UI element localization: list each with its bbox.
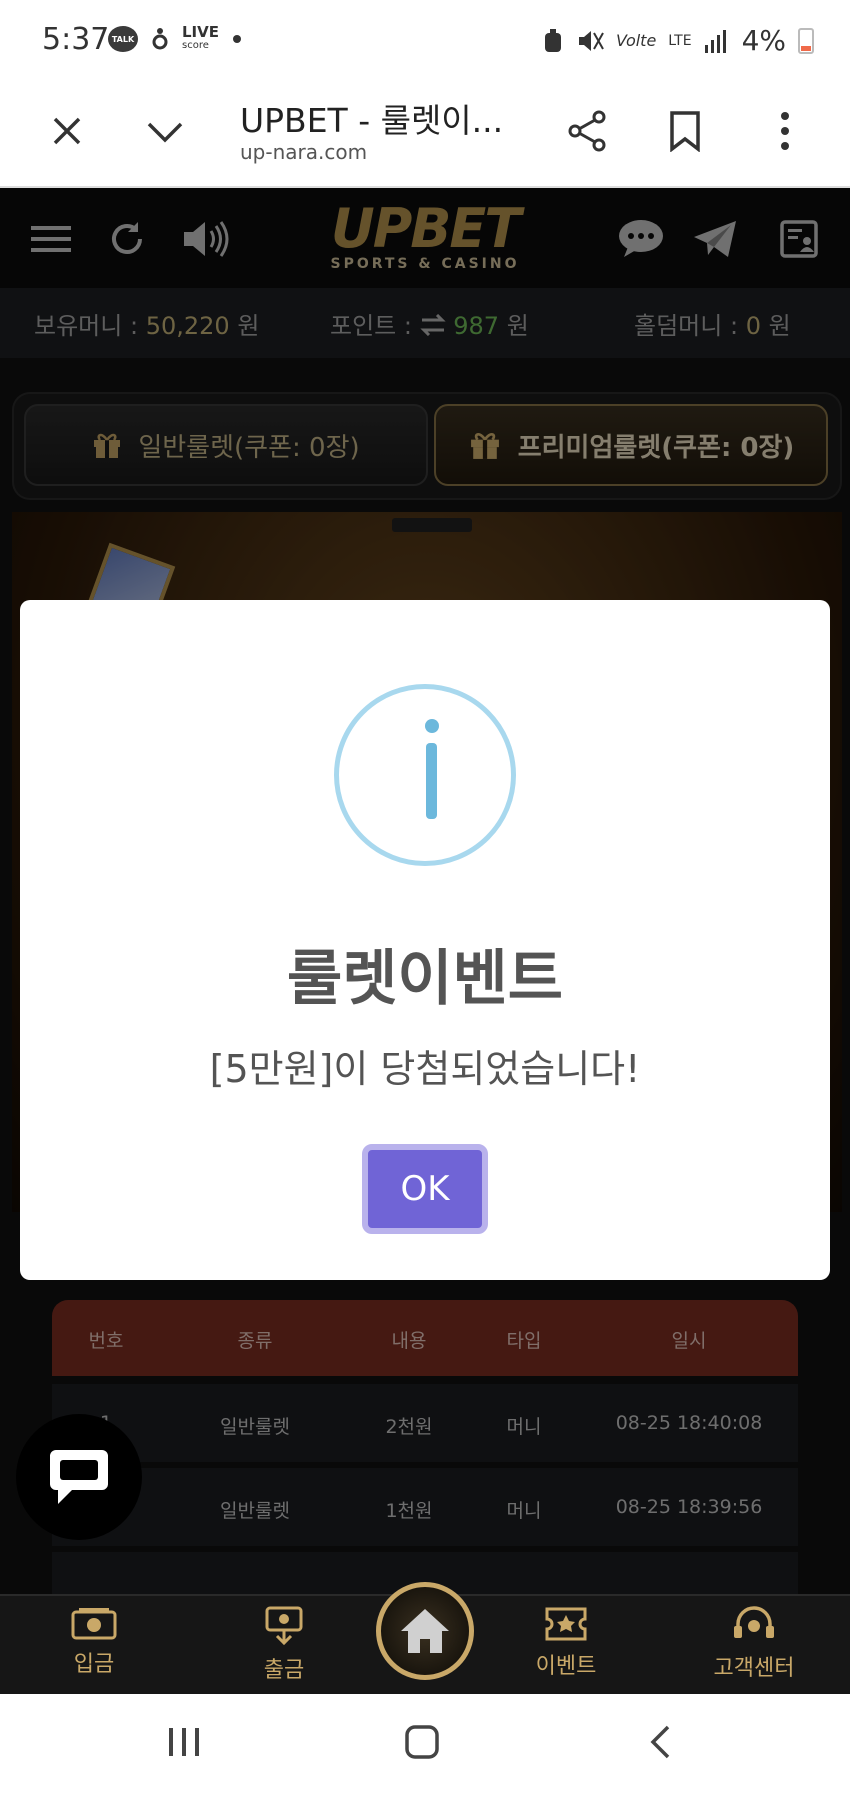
live-text: LIVE xyxy=(182,23,219,41)
browser-toolbar: UPBET - 룰렛이... up-nara.com xyxy=(0,80,850,188)
live-chat-button[interactable] xyxy=(16,1414,142,1540)
recent-apps-icon xyxy=(169,1728,199,1756)
more-menu-button[interactable] xyxy=(760,106,810,156)
withdraw-icon xyxy=(265,1606,303,1646)
share-icon xyxy=(568,110,606,152)
nav-support-label: 고객센터 xyxy=(713,1656,795,1681)
home-system-button[interactable] xyxy=(404,1724,440,1764)
nav-deposit-label: 입금 xyxy=(73,1652,115,1677)
status-system-icons: Volte LTE 4% xyxy=(542,24,814,57)
bell-mini-icon xyxy=(152,28,168,50)
home-icon xyxy=(401,1609,449,1653)
nav-withdraw[interactable]: 출금 xyxy=(224,1606,344,1684)
support-icon xyxy=(734,1606,774,1638)
talk-icon: TALK xyxy=(108,26,138,52)
more-vertical-icon xyxy=(781,112,789,150)
share-button[interactable] xyxy=(562,106,612,156)
dialog-title: 룰렛이벤트 xyxy=(287,944,563,1014)
page-url[interactable]: up-nara.com xyxy=(240,140,367,164)
battery-icon xyxy=(798,27,814,54)
bookmark-button[interactable] xyxy=(660,106,710,156)
signal-icon xyxy=(704,29,726,53)
recent-apps-button[interactable] xyxy=(166,1726,202,1762)
android-navigation-bar xyxy=(0,1694,850,1794)
nav-event[interactable]: 이벤트 xyxy=(506,1606,626,1680)
chat-icon xyxy=(50,1450,108,1504)
nav-withdraw-label: 출금 xyxy=(263,1658,305,1683)
close-icon xyxy=(53,117,81,145)
more-notifications-dot xyxy=(233,35,241,43)
status-notification-icons: TALK LIVE score xyxy=(108,23,241,52)
back-button[interactable] xyxy=(648,1724,672,1764)
nav-deposit[interactable]: 입금 xyxy=(34,1606,154,1678)
dialog-message: [5만원]이 당첨되었습니다! xyxy=(209,1047,641,1091)
result-dialog: 룰렛이벤트 [5만원]이 당첨되었습니다! OK xyxy=(20,600,830,1280)
home-square-icon xyxy=(405,1725,439,1759)
status-bar: 5:37 TALK LIVE score Volte LTE 4% xyxy=(0,0,850,80)
close-tab-button[interactable] xyxy=(42,106,92,156)
chevron-down-icon xyxy=(147,122,183,143)
nav-support[interactable]: 고객센터 xyxy=(694,1606,814,1682)
deposit-icon xyxy=(71,1608,117,1640)
ok-button[interactable]: OK xyxy=(362,1144,488,1234)
nav-home-button[interactable] xyxy=(376,1582,474,1680)
event-icon xyxy=(545,1607,587,1641)
minimize-button[interactable] xyxy=(140,106,190,156)
bookmark-icon xyxy=(670,111,700,152)
lte-icon: LTE xyxy=(668,32,692,49)
info-icon xyxy=(334,684,516,866)
mute-icon xyxy=(578,30,604,51)
info-icon-dot xyxy=(425,719,439,733)
info-icon-bar xyxy=(426,743,437,819)
back-chevron-icon xyxy=(650,1725,670,1759)
alarm-icon xyxy=(544,28,561,52)
status-time: 5:37 xyxy=(42,22,110,57)
volte-icon: Volte xyxy=(615,31,657,50)
live-score-icon: LIVE score xyxy=(182,23,219,52)
nav-event-label: 이벤트 xyxy=(535,1654,597,1679)
page-title: UPBET - 룰렛이... xyxy=(240,101,504,140)
battery-percent: 4% xyxy=(741,24,786,57)
